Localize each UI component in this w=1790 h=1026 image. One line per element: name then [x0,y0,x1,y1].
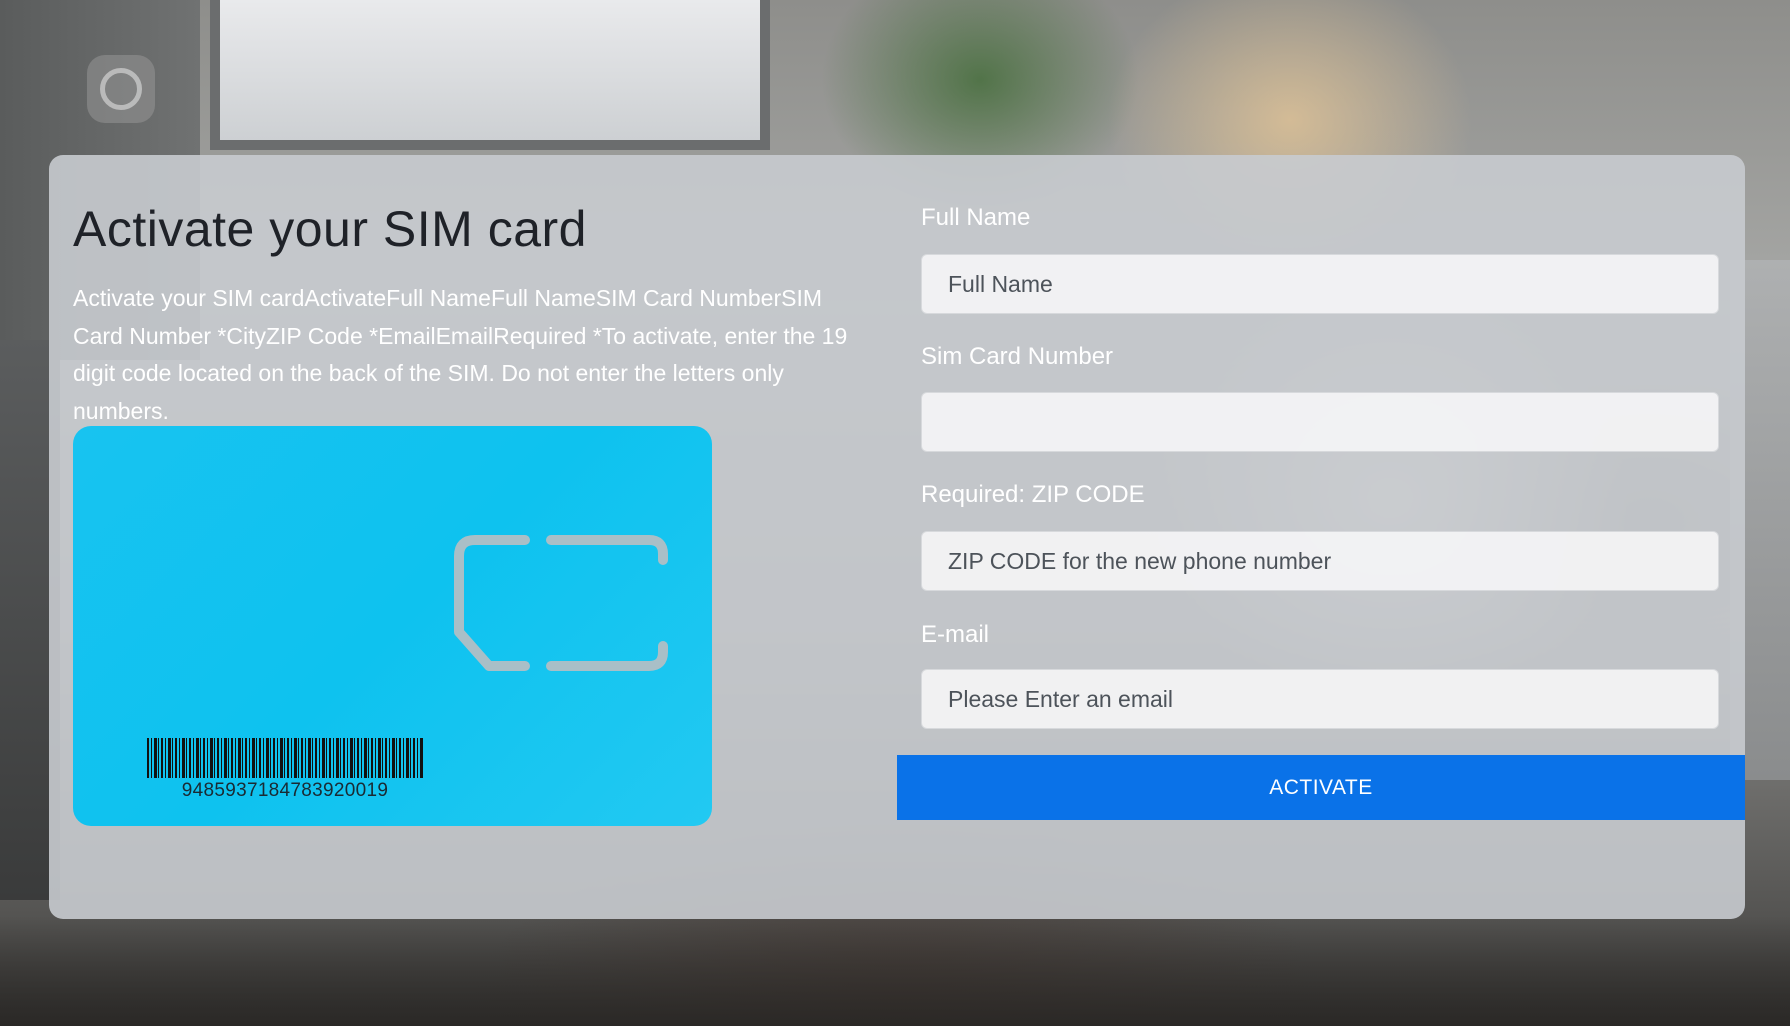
ring-logo-icon[interactable] [87,55,155,123]
sim-number-input[interactable] [921,392,1719,452]
full-name-label: Full Name [921,204,1031,231]
background-window [210,0,770,150]
background-table [0,916,1790,1026]
intro-section: Activate your SIM card Activate your SIM… [73,200,873,430]
zip-code-input[interactable] [921,531,1719,591]
email-input[interactable] [921,669,1719,729]
sim-chip-icon [454,535,668,671]
zip-code-label: Required: ZIP CODE [921,481,1145,508]
barcode-icon [147,738,423,778]
activate-button[interactable]: ACTIVATE [897,755,1745,820]
sim-card-image: 9485937184783920019 [73,426,712,826]
barcode-number: 9485937184783920019 [181,780,389,801]
sim-number-label: Sim Card Number [921,343,1114,370]
activation-panel: Activate your SIM card Activate your SIM… [49,155,1745,919]
page-description: Activate your SIM cardActivateFull NameF… [73,285,848,424]
email-label: E-mail [921,621,990,648]
full-name-input[interactable] [921,254,1719,314]
page-title: Activate your SIM card [73,201,587,257]
logo-ring [100,68,142,110]
